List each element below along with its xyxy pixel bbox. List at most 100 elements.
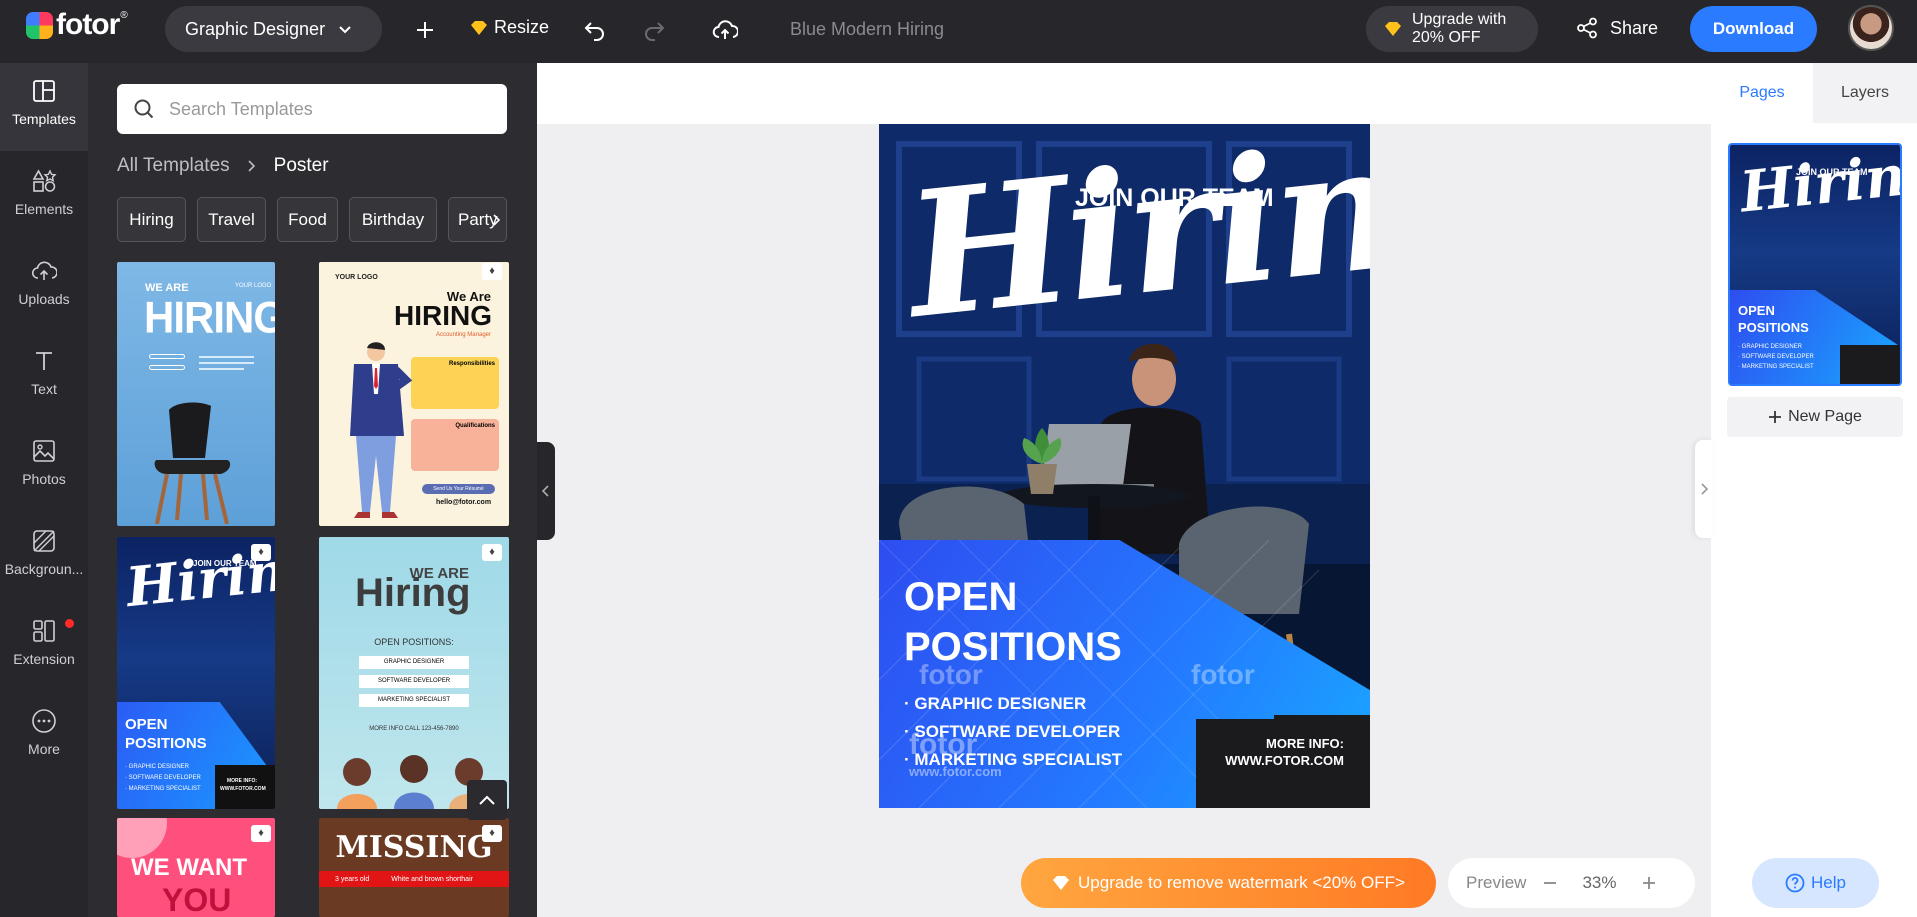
template-thumb-accounting-manager[interactable]: YOUR LOGO We Are HIRING Accounting Manag… (319, 262, 509, 526)
zoom-out-icon[interactable] (1542, 875, 1558, 891)
fotor-logo[interactable]: fotor ® (26, 10, 128, 40)
zoom-controls: Preview 33% (1448, 858, 1695, 908)
help-label: Help (1811, 873, 1846, 892)
canvas-toolbar-area (537, 63, 1711, 124)
thumb-text: · MARKETING SPECIALIST (125, 786, 201, 792)
template-thumb-we-are-hiring-2[interactable]: WE ARE Hiring OPEN POSITIONS: GRAPHIC DE… (319, 537, 509, 809)
nav-templates[interactable]: Templates (0, 63, 88, 151)
expand-right-panel-button[interactable] (1695, 440, 1713, 538)
poster-more-info[interactable]: MORE INFO: WWW.FOTOR.COM (1225, 735, 1344, 769)
chair-illustration (154, 402, 231, 525)
thumb-text: SOFTWARE DEVELOPER (359, 675, 469, 688)
new-page-button[interactable]: New Page (1727, 397, 1903, 437)
nav-elements[interactable]: Elements (0, 153, 88, 241)
zoom-in-icon[interactable] (1641, 875, 1657, 891)
background-icon (33, 530, 55, 552)
new-page-label: New Page (1788, 408, 1862, 425)
scroll-top-button[interactable] (467, 780, 507, 820)
thumb-text: Qualifications (411, 419, 499, 471)
preview-button[interactable]: Preview (1466, 873, 1526, 893)
thumb-text: 3 years old (335, 875, 370, 883)
thumb-text: White and brown shorthair (391, 875, 473, 883)
diamond-icon (1053, 876, 1070, 890)
redo-icon[interactable] (641, 17, 667, 43)
diamond-icon (1385, 22, 1401, 36)
top-bar: fotor ® Graphic Designer Resize Blue Mod… (0, 0, 1917, 63)
undo-icon[interactable] (582, 17, 608, 43)
search-input[interactable]: Search Templates (117, 84, 507, 134)
share-icon (1577, 17, 1597, 39)
template-thumb-missing[interactable]: MISSING 3 years old White and brown shor… (319, 818, 509, 917)
help-button[interactable]: Help (1752, 858, 1879, 908)
nav-label: Backgroun... (4, 561, 84, 577)
thumb-text: MARKETING SPECIALIST (359, 694, 469, 707)
collapse-panel-button[interactable] (537, 442, 555, 540)
thumb-deco (199, 362, 254, 364)
thumb-text: YOU (162, 882, 232, 917)
template-thumb-we-are-hiring[interactable]: WE ARE YOUR LOGO HIRING! (117, 262, 275, 526)
role-dropdown[interactable]: Graphic Designer (165, 6, 382, 52)
template-thumb-we-want-you[interactable]: WE WANT YOU ♦ (117, 818, 275, 917)
thumb-text: WE WANT (131, 854, 247, 881)
watermark-url: www.fotor.com (909, 764, 1002, 779)
page-thumb-text: · GRAPHIC DESIGNER (1738, 344, 1803, 350)
thumb-text: · GRAPHIC DESIGNER · SOFTWARE DEVELOPER … (125, 762, 201, 795)
right-panel: Pages Layers JOIN OUR TEAM Hiring OPEN P… (1711, 63, 1917, 917)
nav-more[interactable]: More (0, 693, 88, 781)
poster-open-positions[interactable]: OPEN POSITIONS (904, 572, 1122, 672)
chip-food[interactable]: Food (277, 197, 338, 242)
share-label: Share (1610, 17, 1659, 38)
nav-label: More (28, 741, 60, 757)
nav-photos[interactable]: Photos (0, 423, 88, 511)
thumb-text: GRAPHIC DESIGNER (359, 656, 469, 669)
thumb-red-band: 3 years old White and brown shorthair (319, 871, 509, 887)
design-canvas-poster[interactable]: JOIN OUR TEAM Hiring OPEN POSITIONS · GR… (879, 124, 1370, 808)
left-nav: Templates Elements Uploads Text Photos B… (0, 63, 88, 917)
thumb-text: OPEN POSITIONS (125, 715, 207, 753)
poster-more-label: MORE INFO: (1266, 736, 1344, 751)
resize-button[interactable]: Resize (470, 17, 549, 38)
chevron-left-icon (541, 485, 549, 497)
page-thumbnail-1[interactable]: JOIN OUR TEAM Hiring OPEN POSITIONS · GR… (1728, 143, 1902, 386)
poster-hiring-script[interactable]: Hiring (898, 124, 1370, 357)
zoom-level[interactable]: 33% (1582, 873, 1616, 893)
template-thumb-join-our-team[interactable]: JOIN OUR TEAM Hiring OPEN POSITIONS · GR… (117, 537, 275, 809)
man-illustration (350, 342, 413, 518)
nav-text[interactable]: Text (0, 333, 88, 421)
download-button[interactable]: Download (1690, 6, 1817, 52)
chip-hiring[interactable]: Hiring (117, 197, 186, 242)
help-icon (1785, 873, 1805, 893)
premium-crown-icon: ♦ (482, 263, 502, 280)
upgrade-button[interactable]: Upgrade with 20% OFF (1366, 6, 1538, 52)
diamond-icon (471, 20, 487, 35)
avatar[interactable] (1848, 5, 1894, 51)
tab-layers[interactable]: Layers (1813, 63, 1917, 123)
page-thumb-text: OPEN POSITIONS (1738, 302, 1809, 336)
chevron-up-icon (479, 795, 495, 805)
document-title[interactable]: Blue Modern Hiring (790, 19, 944, 40)
page-thumb-text: · MARKETING SPECIALIST (1738, 364, 1814, 370)
page-thumb-text: · GRAPHIC DESIGNER · SOFTWARE DEVELOPER … (1738, 342, 1814, 372)
thumb-text: POSITIONS (125, 735, 207, 752)
remove-watermark-button[interactable]: Upgrade to remove watermark <20% OFF> (1021, 858, 1436, 908)
search-placeholder: Search Templates (169, 98, 313, 119)
cloud-upload-icon[interactable] (712, 17, 739, 43)
chip-party[interactable]: Party (448, 197, 507, 242)
thumb-text: YOUR LOGO (235, 283, 272, 289)
share-button[interactable]: Share (1576, 17, 1658, 39)
breadcrumb-current: Poster (273, 155, 329, 176)
tab-pages[interactable]: Pages (1711, 63, 1813, 123)
nav-background[interactable]: Backgroun... (0, 513, 88, 601)
nav-label: Extension (13, 651, 75, 667)
breadcrumb-all-templates[interactable]: All Templates (117, 155, 230, 177)
chip-birthday[interactable]: Birthday (349, 197, 437, 242)
nav-extension[interactable]: Extension (0, 603, 88, 691)
thumb-deco (149, 365, 185, 370)
chip-travel[interactable]: Travel (197, 197, 266, 242)
nav-uploads[interactable]: Uploads (0, 243, 88, 331)
premium-crown-icon: ♦ (482, 544, 502, 561)
add-icon[interactable] (412, 17, 438, 43)
thumb-deco (149, 354, 185, 359)
thumb-text: Hiring (355, 571, 471, 615)
chevron-right-icon[interactable] (492, 213, 502, 226)
